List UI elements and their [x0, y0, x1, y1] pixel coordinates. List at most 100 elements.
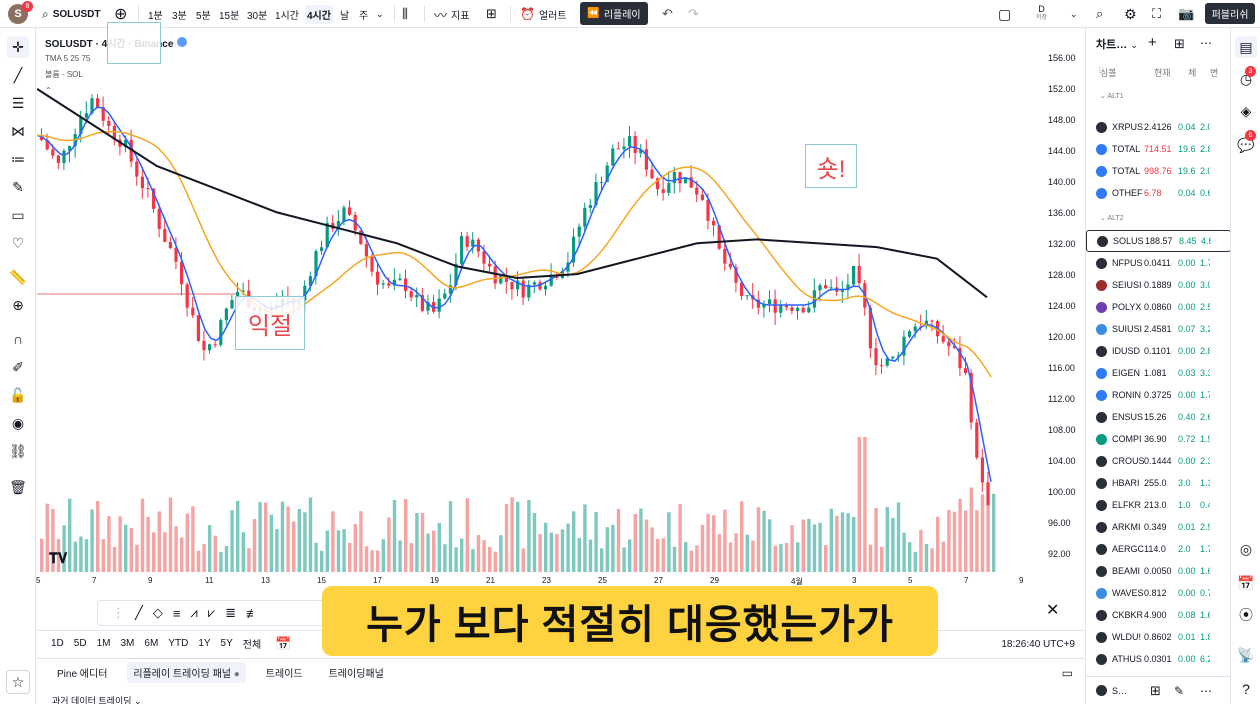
calendar-icon[interactable]: 📅	[1235, 572, 1257, 594]
watchlist-row[interactable]: ATHUS0.0301 0.00 6.2	[1086, 648, 1231, 670]
watchlist-row[interactable]: ELFKR213.0 1.0 0.4	[1086, 494, 1231, 516]
more-options-icon[interactable]: ⋯	[1200, 684, 1212, 698]
magnet-icon[interactable]: ∩	[7, 328, 29, 350]
col-last[interactable]: 현재	[1154, 66, 1171, 79]
settings-gear-icon[interactable]: ⚙	[1124, 0, 1137, 28]
tab-pine-editor[interactable]: Pine 에디터	[51, 662, 113, 683]
lines-icon[interactable]: ≡	[173, 606, 181, 621]
interval-4h[interactable]: 4시간	[305, 0, 333, 28]
watchlist-row[interactable]: TOTAL714.51 19.6 2.8	[1086, 138, 1231, 160]
interval-3m[interactable]: 3분	[172, 0, 187, 28]
eraser-icon[interactable]: ◇	[153, 605, 163, 621]
lock-pencil-icon[interactable]: ✐	[7, 356, 29, 378]
camera-snapshot-icon[interactable]: 📷	[1178, 0, 1194, 28]
layout-square-icon[interactable]: ▢	[998, 0, 1011, 28]
redo-icon[interactable]: ↷	[688, 0, 699, 28]
candle-style-icon[interactable]: ⫼	[402, 0, 408, 28]
pattern-icon[interactable]: ⩘	[190, 605, 197, 621]
lock-icon[interactable]: 🔓	[7, 384, 29, 406]
watchlist-row[interactable]: RONIN0.3725 0.00 1.7	[1086, 384, 1231, 406]
tab-trading-panel[interactable]: 트레이딩패널	[323, 662, 390, 683]
indicators-button[interactable]: 〰 지표	[434, 0, 469, 28]
quick-search-icon[interactable]: ⌕	[1096, 0, 1103, 28]
watchlist-row[interactable]: POLYX0.0860 0.00 2.5	[1086, 296, 1231, 318]
range-ytd[interactable]: YTD	[168, 638, 188, 649]
watchlist-row[interactable]: ARKMI0.349 0.01 2.9	[1086, 516, 1231, 538]
trendline-icon[interactable]: ╱	[135, 605, 143, 621]
legend-indicator[interactable]: TMA 5 25 75	[45, 54, 90, 63]
heart-icon[interactable]: ♡	[7, 232, 29, 254]
interval-1h[interactable]: 1시간	[275, 0, 299, 28]
watchlist-row[interactable]: CKBKR4.900 0.08 1.6	[1086, 604, 1231, 626]
footer-symbol[interactable]: S…	[1112, 686, 1127, 696]
range-3m[interactable]: 3M	[121, 638, 135, 649]
text-comment-icon[interactable]: ▭	[7, 204, 29, 226]
symbol-search[interactable]: ⌕ SOLUSDT	[42, 0, 101, 28]
more-options-icon[interactable]: ⋯	[1200, 36, 1212, 50]
watchlist-row[interactable]: ENSUS15.26 0.40 2.6	[1086, 406, 1231, 428]
channel-icon[interactable]: ≢	[246, 606, 259, 621]
crosshair-icon[interactable]: ✛	[7, 36, 29, 58]
chart-canvas[interactable]	[37, 28, 1085, 630]
help-icon[interactable]: ?	[1235, 678, 1257, 700]
trash-icon[interactable]: 🗑	[7, 476, 29, 498]
interval-1d[interactable]: 날	[340, 0, 349, 28]
watchlist-row[interactable]: TOTAL998.76 19.6 2.0	[1086, 160, 1231, 182]
trendline-icon[interactable]: ╱	[7, 64, 29, 86]
drag-handle-icon[interactable]: ⋮	[112, 605, 125, 621]
annotation-note-sell[interactable]: 익절	[235, 296, 305, 350]
panel-maximize-icon[interactable]: ▭	[1062, 666, 1073, 680]
layout-chevron-down-icon[interactable]: ⌄	[1070, 0, 1078, 28]
interval-1w[interactable]: 주	[359, 0, 368, 28]
watchlist-row[interactable]: OTHEF6.78 0.04 0.6	[1086, 182, 1231, 204]
interval-5m[interactable]: 5분	[196, 0, 211, 28]
templates-grid-icon[interactable]: ⊞	[486, 0, 497, 28]
eye-icon[interactable]: ◉	[7, 412, 29, 434]
interval-15m[interactable]: 15분	[219, 0, 239, 28]
tab-replay-trading-panel[interactable]: 리플레이 트레이딩 패널 ●	[127, 662, 246, 683]
watchlist-row[interactable]: AERGC114.0 2.0 1.7	[1086, 538, 1231, 560]
chevron-down-icon[interactable]: ⌄	[134, 696, 142, 704]
interval-dropdown-chevron-icon[interactable]: ⌄	[376, 0, 384, 28]
layout-save-button[interactable]: D 저장	[1036, 0, 1047, 28]
range-all[interactable]: 전체	[243, 636, 261, 651]
watchlist-row[interactable]: IDUSD0.1101 0.00 2.8	[1086, 340, 1231, 362]
link-icon[interactable]: ⛓	[7, 440, 29, 462]
brush-icon[interactable]: ✎	[7, 176, 29, 198]
grid-icon[interactable]: ⊞	[1150, 683, 1161, 699]
horizontal-lines-icon[interactable]: ☰	[7, 92, 29, 114]
clock-timezone[interactable]: 18:26:40 UTC+9	[1001, 639, 1075, 650]
fullscreen-icon[interactable]: ⛶	[1152, 0, 1161, 28]
watchlist-row[interactable]: NFPUS0.0411 0.00 1.7	[1086, 252, 1231, 274]
interval-30m[interactable]: 30분	[247, 0, 267, 28]
close-drawing-bar-icon[interactable]: ✕	[1046, 600, 1059, 620]
watchlist-row[interactable]: WAVES0.812 0.00 0.7	[1086, 582, 1231, 604]
alert-button[interactable]: ⏰ 얼러트	[520, 0, 567, 28]
edit-icon[interactable]: ✎	[1174, 684, 1184, 698]
legend-collapse-chevron-icon[interactable]: ⌃	[45, 86, 52, 95]
watchlist-row[interactable]: SOLUS188.57 8.45 4.6	[1086, 230, 1231, 252]
layers-icon[interactable]: ◈	[1235, 100, 1257, 122]
fib-icon[interactable]: ≣	[225, 605, 236, 621]
watchlist-icon[interactable]: ▤	[1235, 36, 1257, 58]
section-alt1[interactable]: ⌄ ALT1	[1100, 92, 1124, 100]
range-1y[interactable]: 1Y	[198, 638, 210, 649]
goto-date-calendar-icon[interactable]: 📅	[275, 636, 291, 652]
favorites-star-icon[interactable]: ☆	[6, 670, 30, 694]
replay-button[interactable]: ⏪ 리플레이	[580, 2, 648, 25]
watchlist-row[interactable]: XRPUS2.4126 0.04 2.0	[1086, 116, 1231, 138]
broadcast-icon[interactable]: 📡	[1235, 644, 1257, 666]
wave-icon[interactable]: ⩗	[208, 605, 215, 621]
target-icon[interactable]: ◎	[1235, 538, 1257, 560]
publish-button[interactable]: 퍼블리쉬	[1205, 3, 1255, 24]
col-change-pct[interactable]: 변	[1210, 66, 1218, 79]
ruler-icon[interactable]: 📏	[7, 266, 29, 288]
apps-grid-icon[interactable]: ⦿	[1235, 604, 1257, 626]
col-change[interactable]: 체	[1188, 66, 1196, 79]
range-5d[interactable]: 5D	[74, 638, 87, 649]
range-6m[interactable]: 6M	[144, 638, 158, 649]
legend-volume[interactable]: 볼륨 - SOL	[45, 69, 83, 80]
advanced-view-icon[interactable]: ⊞	[1174, 36, 1185, 52]
watchlist-row[interactable]: HBARI 255.0 3.0 1.1	[1086, 472, 1231, 494]
watchlist-row[interactable]: WLDU!0.8602 0.01 1.8	[1086, 626, 1231, 648]
